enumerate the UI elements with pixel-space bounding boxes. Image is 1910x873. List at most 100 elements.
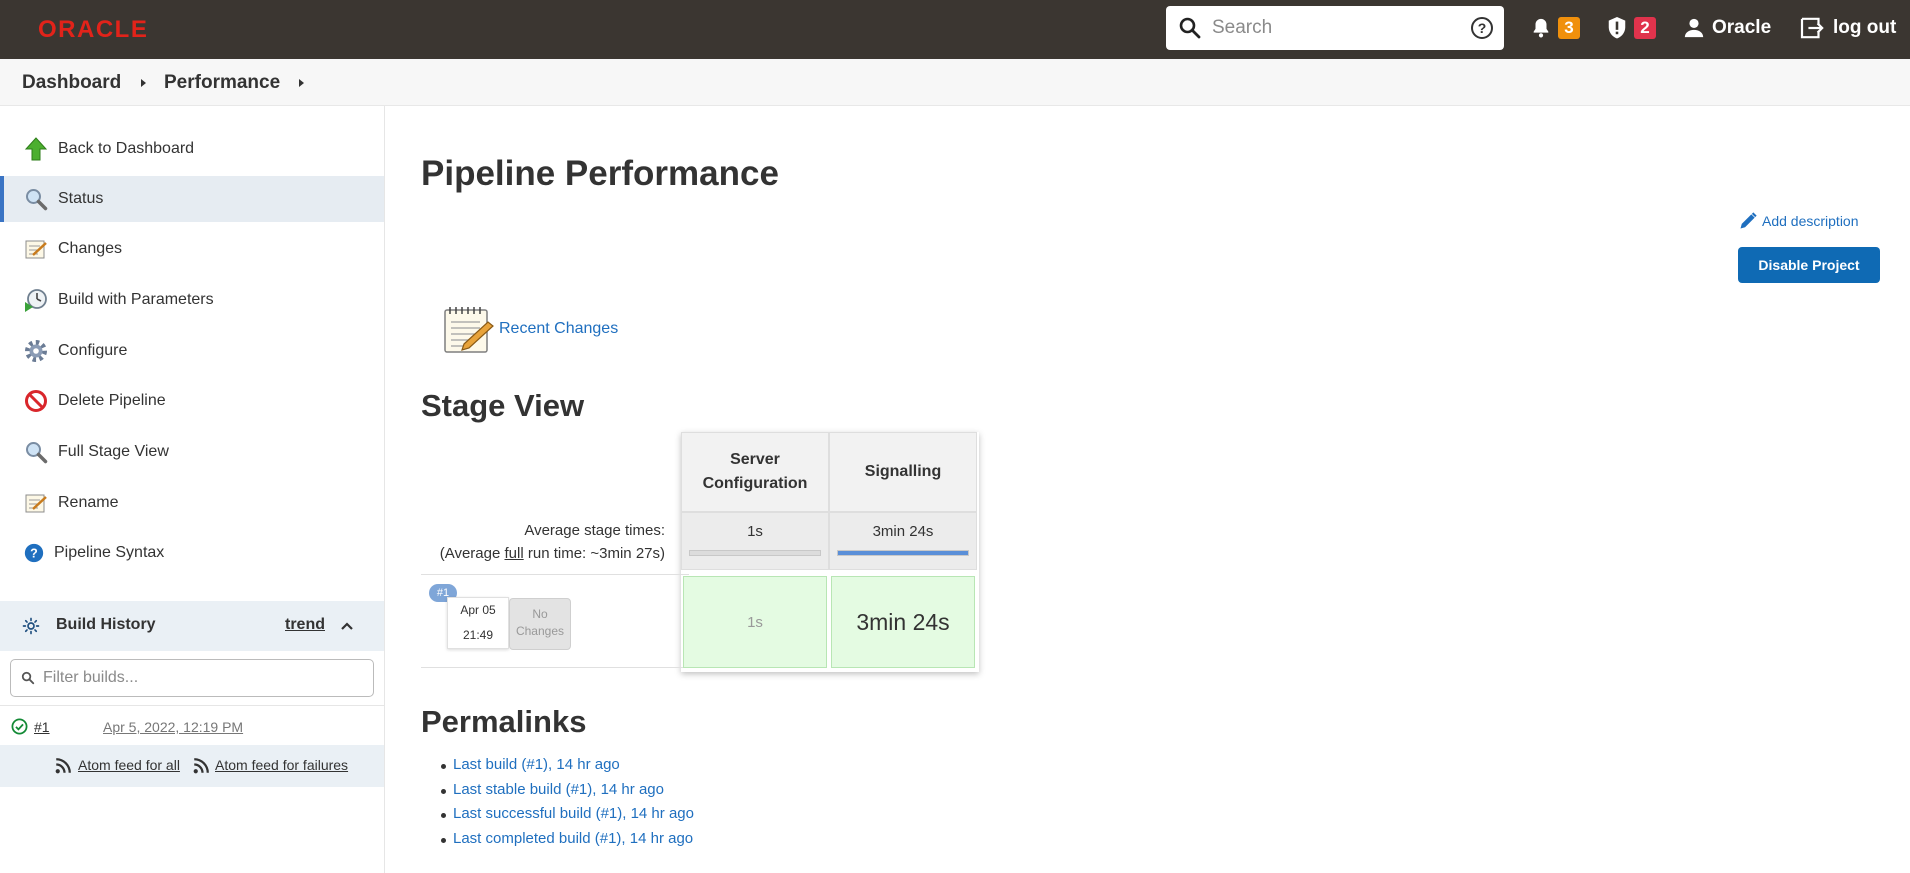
sidebar-item-delete-pipeline[interactable]: Delete Pipeline	[0, 378, 384, 424]
average-stage-times-text: Average stage times:	[524, 522, 665, 539]
breadcrumb-arrow-icon[interactable]	[299, 79, 304, 87]
stage-cell-server-configuration[interactable]: 1s	[683, 576, 827, 668]
build-run-row: #1 Apr 05 21:49 No Changes	[421, 574, 689, 668]
notepad-icon	[25, 494, 47, 513]
permalinks-heading: Permalinks	[421, 704, 587, 739]
breadcrumb: Dashboard Performance	[0, 59, 1910, 106]
permalink-last-build[interactable]: Last build (#1), 14 hr ago	[453, 756, 620, 773]
stage-average-value: 3min 24s	[872, 523, 934, 540]
stage-header-server-configuration: Server Configuration	[681, 432, 829, 512]
main-content: Pipeline Performance Add description Dis…	[386, 106, 1910, 873]
sidebar-item-label: Changes	[58, 240, 123, 257]
atom-feed-failures-link[interactable]: Atom feed for failures	[215, 757, 348, 773]
security-badge: 2	[1634, 17, 1656, 39]
build-row[interactable]: #1 Apr 5, 2022, 12:19 PM	[0, 705, 384, 745]
sidebar-item-label: Build with Parameters	[58, 291, 214, 308]
avg-prefix: (Average	[439, 545, 505, 562]
breadcrumb-dashboard[interactable]: Dashboard	[22, 72, 121, 94]
stage-average-signalling: 3min 24s	[829, 512, 977, 570]
sidebar-item-label: Pipeline Syntax	[54, 544, 165, 561]
permalink-last-successful-build[interactable]: Last successful build (#1), 14 hr ago	[453, 805, 694, 822]
page-title: Pipeline Performance	[421, 154, 779, 193]
sidebar-item-back-to-dashboard[interactable]: Back to Dashboard	[0, 126, 384, 172]
sidebar-item-pipeline-syntax[interactable]: ? Pipeline Syntax	[0, 530, 384, 576]
recent-changes-link[interactable]: Recent Changes	[499, 320, 618, 338]
build-history-icon	[22, 617, 40, 635]
stage-cell-value: 3min 24s	[856, 608, 950, 635]
oracle-logo[interactable]: ORACLE	[38, 16, 148, 44]
top-header: ORACLE ? 3 2 Oracle	[0, 0, 1910, 59]
add-description-label: Add description	[1762, 213, 1859, 229]
stage-average-value: 1s	[747, 523, 763, 540]
average-full-runtime-text: (Average full run time: ~3min 27s)	[421, 542, 665, 565]
stage-cell-value: 1s	[747, 613, 763, 631]
no-entry-icon	[25, 390, 47, 412]
list-item: Last build (#1), 14 hr ago	[441, 756, 694, 781]
no-changes-box: No Changes	[509, 598, 571, 650]
svg-text:?: ?	[1478, 20, 1487, 36]
disable-project-button[interactable]: Disable Project	[1738, 247, 1880, 283]
gear-icon	[25, 340, 47, 362]
notepad-icon	[25, 240, 47, 259]
build-date-link[interactable]: Apr 5, 2022, 12:19 PM	[103, 719, 243, 735]
clock-play-icon	[25, 289, 47, 312]
atom-feeds: Atom feed for all Atom feed for failures	[0, 745, 384, 787]
filter-builds-input[interactable]	[43, 668, 363, 688]
shield-alert-icon	[1608, 17, 1626, 39]
search-box[interactable]: ?	[1166, 6, 1504, 50]
notifications-button[interactable]: 3	[1530, 14, 1580, 42]
sidebar-item-label: Rename	[58, 494, 119, 511]
chevron-up-icon[interactable]	[340, 619, 354, 633]
security-button[interactable]: 2	[1606, 14, 1656, 42]
search-icon	[21, 671, 35, 685]
breadcrumb-performance[interactable]: Performance	[164, 72, 280, 94]
bell-icon	[1533, 18, 1549, 38]
sidebar-item-label: Full Stage View	[58, 443, 169, 460]
build-history-title: Build History	[56, 616, 156, 633]
sidebar-item-label: Back to Dashboard	[58, 140, 195, 157]
build-number-link[interactable]: #1	[34, 719, 50, 735]
permalinks-list: Last build (#1), 14 hr ago Last stable b…	[441, 756, 694, 854]
run-date-box: Apr 05 21:49	[447, 597, 509, 649]
breadcrumb-arrow-icon[interactable]	[141, 79, 146, 87]
help-icon: ?	[24, 543, 44, 563]
rss-icon	[193, 758, 209, 774]
help-icon[interactable]: ?	[1470, 16, 1494, 40]
list-item: Last completed build (#1), 14 hr ago	[441, 830, 694, 855]
notepad-icon[interactable]	[442, 304, 496, 356]
no-changes-line1: No	[532, 607, 548, 621]
logout-icon	[1800, 17, 1824, 39]
avg-suffix: run time: ~3min 27s)	[523, 545, 665, 562]
stage-average-bar-fill	[838, 551, 968, 555]
list-item: Last stable build (#1), 14 hr ago	[441, 781, 694, 806]
sidebar-item-status[interactable]: Status	[0, 176, 384, 222]
add-description-link[interactable]: Add description	[1738, 211, 1859, 231]
build-history-header: Build History trend	[0, 601, 384, 651]
search-input[interactable]	[1212, 14, 1452, 42]
atom-feed-all-link[interactable]: Atom feed for all	[78, 757, 180, 773]
filter-builds-box[interactable]	[10, 659, 374, 697]
magnifier-icon	[26, 442, 48, 464]
sidebar-item-changes[interactable]: Changes	[0, 226, 384, 272]
sidebar-item-build-with-parameters[interactable]: Build with Parameters	[0, 277, 384, 323]
sidebar-item-rename[interactable]: Rename	[0, 480, 384, 526]
user-menu[interactable]: Oracle	[1683, 14, 1771, 42]
trend-link[interactable]: trend	[285, 616, 325, 634]
permalink-last-completed-build[interactable]: Last completed build (#1), 14 hr ago	[453, 830, 693, 847]
sidebar-item-label: Status	[58, 190, 104, 207]
logout-label: log out	[1833, 17, 1897, 38]
average-stage-times-label: Average stage times: (Average full run t…	[421, 512, 681, 574]
sidebar-item-label: Delete Pipeline	[58, 392, 166, 409]
up-arrow-icon	[24, 137, 48, 161]
sidebar-item-full-stage-view[interactable]: Full Stage View	[0, 429, 384, 475]
stage-average-server-configuration: 1s	[681, 512, 829, 570]
logout-link[interactable]: log out	[1800, 14, 1896, 42]
run-date: Apr 05	[460, 603, 496, 617]
sidebar-item-configure[interactable]: Configure	[0, 328, 384, 374]
permalink-last-stable-build[interactable]: Last stable build (#1), 14 hr ago	[453, 781, 664, 798]
stage-cell-signalling[interactable]: 3min 24s	[831, 576, 975, 668]
stage-header-signalling: Signalling	[829, 432, 977, 512]
magnifier-icon	[26, 189, 48, 211]
user-icon	[1684, 18, 1704, 38]
full-runtime-link[interactable]: full	[505, 545, 524, 562]
